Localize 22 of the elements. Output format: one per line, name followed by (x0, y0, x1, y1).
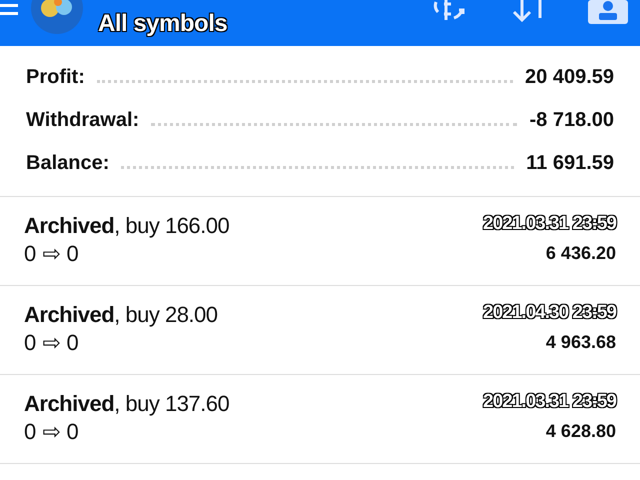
deal-amount: 4 628.80 (546, 421, 616, 442)
deal-description: Archived, buy 28.00 (24, 302, 218, 328)
deal-prices: 0 ⇨ 0 (24, 419, 80, 445)
deal-description: Archived, buy 166.00 (24, 213, 230, 239)
deal-prices: 0 ⇨ 0 (24, 330, 80, 356)
deal-time: 2021.03.31 23:59 (483, 391, 616, 413)
summary-label: Balance: (26, 152, 110, 175)
summary-label: Withdrawal: (26, 109, 140, 132)
logo-icon (28, 0, 86, 36)
contact-icon[interactable] (588, 0, 628, 26)
deal-description: Archived, buy 137.60 (24, 391, 230, 417)
deal-time: 2021.04.30 23:59 (483, 302, 616, 324)
deal-amount: 4 963.68 (546, 332, 616, 353)
summary-value: 20 409.59 (525, 66, 614, 89)
screen-title: All symbols (98, 10, 228, 38)
summary-label: Profit: (26, 66, 85, 89)
menu-icon[interactable] (0, 4, 18, 18)
summary-value: -8 718.00 (529, 109, 614, 132)
deal-amount: 6 436.20 (546, 243, 616, 264)
deal-prices: 0 ⇨ 0 (24, 241, 80, 267)
summary-value: 11 691.59 (526, 152, 614, 175)
deal-time: 2021.03.31 23:59 (483, 213, 616, 235)
